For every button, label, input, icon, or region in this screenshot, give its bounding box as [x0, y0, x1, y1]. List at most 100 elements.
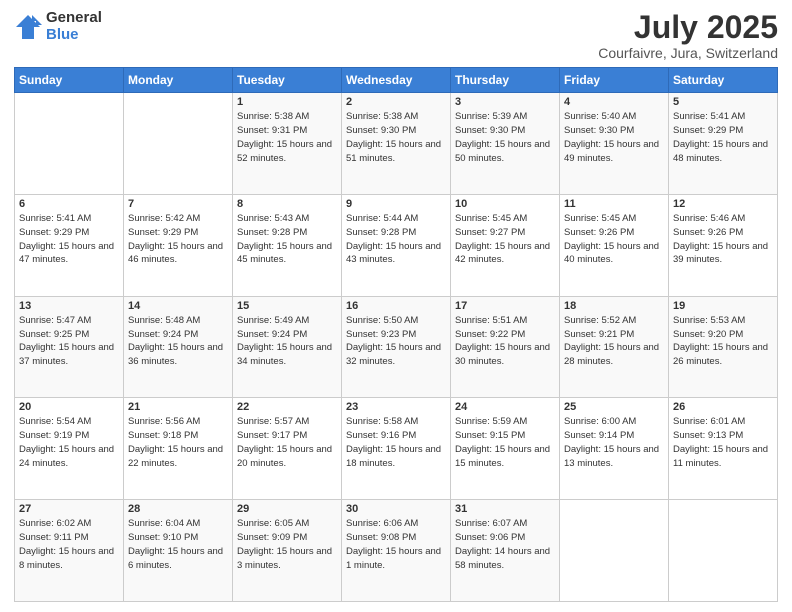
day-cell: 8 Sunrise: 5:43 AMSunset: 9:28 PMDayligh…	[233, 194, 342, 296]
weekday-header-row: Sunday Monday Tuesday Wednesday Thursday…	[15, 68, 778, 93]
day-cell: 4 Sunrise: 5:40 AMSunset: 9:30 PMDayligh…	[560, 93, 669, 195]
main-title: July 2025	[598, 10, 778, 45]
day-number: 25	[564, 401, 664, 413]
header-tuesday: Tuesday	[233, 68, 342, 93]
header-thursday: Thursday	[451, 68, 560, 93]
day-cell: 20 Sunrise: 5:54 AMSunset: 9:19 PMDaylig…	[15, 398, 124, 500]
day-info: Sunrise: 5:38 AMSunset: 9:30 PMDaylight:…	[346, 111, 441, 163]
day-number: 19	[673, 300, 773, 312]
day-cell: 25 Sunrise: 6:00 AMSunset: 9:14 PMDaylig…	[560, 398, 669, 500]
day-number: 7	[128, 198, 228, 210]
day-number: 10	[455, 198, 555, 210]
day-cell: 19 Sunrise: 5:53 AMSunset: 9:20 PMDaylig…	[669, 296, 778, 398]
day-info: Sunrise: 5:44 AMSunset: 9:28 PMDaylight:…	[346, 213, 441, 265]
day-number: 1	[237, 96, 337, 108]
day-number: 14	[128, 300, 228, 312]
day-number: 4	[564, 96, 664, 108]
day-cell: 21 Sunrise: 5:56 AMSunset: 9:18 PMDaylig…	[124, 398, 233, 500]
day-info: Sunrise: 5:54 AMSunset: 9:19 PMDaylight:…	[19, 416, 114, 468]
day-number: 28	[128, 503, 228, 515]
day-info: Sunrise: 5:45 AMSunset: 9:26 PMDaylight:…	[564, 213, 659, 265]
day-number: 30	[346, 503, 446, 515]
day-cell: 2 Sunrise: 5:38 AMSunset: 9:30 PMDayligh…	[342, 93, 451, 195]
day-number: 20	[19, 401, 119, 413]
day-info: Sunrise: 5:51 AMSunset: 9:22 PMDaylight:…	[455, 315, 550, 367]
day-cell	[124, 93, 233, 195]
week-row-0: 1 Sunrise: 5:38 AMSunset: 9:31 PMDayligh…	[15, 93, 778, 195]
day-number: 11	[564, 198, 664, 210]
week-row-2: 13 Sunrise: 5:47 AMSunset: 9:25 PMDaylig…	[15, 296, 778, 398]
logo-blue: Blue	[46, 27, 102, 44]
day-info: Sunrise: 5:56 AMSunset: 9:18 PMDaylight:…	[128, 416, 223, 468]
day-cell	[15, 93, 124, 195]
day-number: 13	[19, 300, 119, 312]
calendar-body: 1 Sunrise: 5:38 AMSunset: 9:31 PMDayligh…	[15, 93, 778, 602]
day-cell: 11 Sunrise: 5:45 AMSunset: 9:26 PMDaylig…	[560, 194, 669, 296]
day-cell: 12 Sunrise: 5:46 AMSunset: 9:26 PMDaylig…	[669, 194, 778, 296]
day-cell: 9 Sunrise: 5:44 AMSunset: 9:28 PMDayligh…	[342, 194, 451, 296]
header-monday: Monday	[124, 68, 233, 93]
day-number: 16	[346, 300, 446, 312]
day-number: 21	[128, 401, 228, 413]
day-cell: 17 Sunrise: 5:51 AMSunset: 9:22 PMDaylig…	[451, 296, 560, 398]
day-cell	[560, 500, 669, 602]
day-number: 6	[19, 198, 119, 210]
day-cell: 3 Sunrise: 5:39 AMSunset: 9:30 PMDayligh…	[451, 93, 560, 195]
day-number: 12	[673, 198, 773, 210]
day-cell: 7 Sunrise: 5:42 AMSunset: 9:29 PMDayligh…	[124, 194, 233, 296]
day-info: Sunrise: 5:49 AMSunset: 9:24 PMDaylight:…	[237, 315, 332, 367]
calendar-table: Sunday Monday Tuesday Wednesday Thursday…	[14, 67, 778, 602]
logo-icon	[14, 13, 42, 41]
day-info: Sunrise: 5:57 AMSunset: 9:17 PMDaylight:…	[237, 416, 332, 468]
day-info: Sunrise: 5:42 AMSunset: 9:29 PMDaylight:…	[128, 213, 223, 265]
day-cell: 23 Sunrise: 5:58 AMSunset: 9:16 PMDaylig…	[342, 398, 451, 500]
day-info: Sunrise: 5:59 AMSunset: 9:15 PMDaylight:…	[455, 416, 550, 468]
day-cell: 13 Sunrise: 5:47 AMSunset: 9:25 PMDaylig…	[15, 296, 124, 398]
day-number: 31	[455, 503, 555, 515]
day-cell: 16 Sunrise: 5:50 AMSunset: 9:23 PMDaylig…	[342, 296, 451, 398]
day-info: Sunrise: 6:06 AMSunset: 9:08 PMDaylight:…	[346, 518, 441, 570]
day-info: Sunrise: 5:58 AMSunset: 9:16 PMDaylight:…	[346, 416, 441, 468]
day-number: 18	[564, 300, 664, 312]
day-number: 27	[19, 503, 119, 515]
header-wednesday: Wednesday	[342, 68, 451, 93]
day-number: 17	[455, 300, 555, 312]
day-cell: 15 Sunrise: 5:49 AMSunset: 9:24 PMDaylig…	[233, 296, 342, 398]
week-row-1: 6 Sunrise: 5:41 AMSunset: 9:29 PMDayligh…	[15, 194, 778, 296]
calendar-header: Sunday Monday Tuesday Wednesday Thursday…	[15, 68, 778, 93]
header-saturday: Saturday	[669, 68, 778, 93]
day-info: Sunrise: 6:02 AMSunset: 9:11 PMDaylight:…	[19, 518, 114, 570]
day-cell: 6 Sunrise: 5:41 AMSunset: 9:29 PMDayligh…	[15, 194, 124, 296]
day-info: Sunrise: 5:43 AMSunset: 9:28 PMDaylight:…	[237, 213, 332, 265]
day-number: 23	[346, 401, 446, 413]
day-cell: 31 Sunrise: 6:07 AMSunset: 9:06 PMDaylig…	[451, 500, 560, 602]
day-cell: 30 Sunrise: 6:06 AMSunset: 9:08 PMDaylig…	[342, 500, 451, 602]
week-row-4: 27 Sunrise: 6:02 AMSunset: 9:11 PMDaylig…	[15, 500, 778, 602]
day-info: Sunrise: 5:40 AMSunset: 9:30 PMDaylight:…	[564, 111, 659, 163]
day-info: Sunrise: 5:47 AMSunset: 9:25 PMDaylight:…	[19, 315, 114, 367]
header-sunday: Sunday	[15, 68, 124, 93]
day-info: Sunrise: 5:39 AMSunset: 9:30 PMDaylight:…	[455, 111, 550, 163]
header: General Blue July 2025 Courfaivre, Jura,…	[14, 10, 778, 61]
day-cell: 5 Sunrise: 5:41 AMSunset: 9:29 PMDayligh…	[669, 93, 778, 195]
day-info: Sunrise: 5:48 AMSunset: 9:24 PMDaylight:…	[128, 315, 223, 367]
day-info: Sunrise: 6:04 AMSunset: 9:10 PMDaylight:…	[128, 518, 223, 570]
day-number: 15	[237, 300, 337, 312]
day-number: 3	[455, 96, 555, 108]
day-number: 29	[237, 503, 337, 515]
day-cell	[669, 500, 778, 602]
day-cell: 1 Sunrise: 5:38 AMSunset: 9:31 PMDayligh…	[233, 93, 342, 195]
day-cell: 29 Sunrise: 6:05 AMSunset: 9:09 PMDaylig…	[233, 500, 342, 602]
day-info: Sunrise: 5:50 AMSunset: 9:23 PMDaylight:…	[346, 315, 441, 367]
day-cell: 26 Sunrise: 6:01 AMSunset: 9:13 PMDaylig…	[669, 398, 778, 500]
day-info: Sunrise: 6:00 AMSunset: 9:14 PMDaylight:…	[564, 416, 659, 468]
day-info: Sunrise: 5:41 AMSunset: 9:29 PMDaylight:…	[19, 213, 114, 265]
week-row-3: 20 Sunrise: 5:54 AMSunset: 9:19 PMDaylig…	[15, 398, 778, 500]
day-number: 9	[346, 198, 446, 210]
logo-text: General Blue	[46, 10, 102, 43]
day-info: Sunrise: 6:07 AMSunset: 9:06 PMDaylight:…	[455, 518, 550, 570]
day-info: Sunrise: 6:05 AMSunset: 9:09 PMDaylight:…	[237, 518, 332, 570]
logo: General Blue	[14, 10, 102, 43]
calendar-page: General Blue July 2025 Courfaivre, Jura,…	[0, 0, 792, 612]
day-number: 8	[237, 198, 337, 210]
